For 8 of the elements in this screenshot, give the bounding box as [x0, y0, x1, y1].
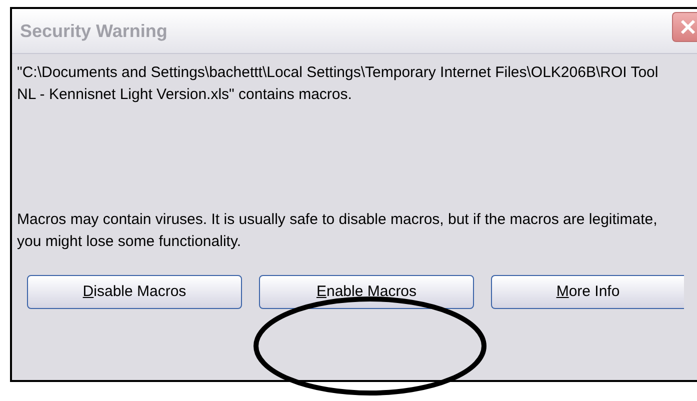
warning-text: Macros may contain viruses. It is usually safe to disable macros, but if the macros are legitimate, you might lose some functionality.	[17, 210, 658, 252]
dialog-button[interactable]: Disable Macros	[27, 275, 242, 309]
dialog-button[interactable]: Enable Macros	[259, 275, 474, 309]
dialog-button[interactable]: More Info	[491, 275, 684, 309]
message-text: "C:\Documents and Settings\bachettt\Local Settings\Temporary Internet Files\OLK206B\ROI Tool NL - Kennisnet Light Version.xls" contains macros.	[17, 63, 660, 105]
close-button[interactable]	[672, 12, 697, 42]
close-icon	[680, 19, 696, 35]
window-title: Security Warning	[20, 20, 168, 43]
